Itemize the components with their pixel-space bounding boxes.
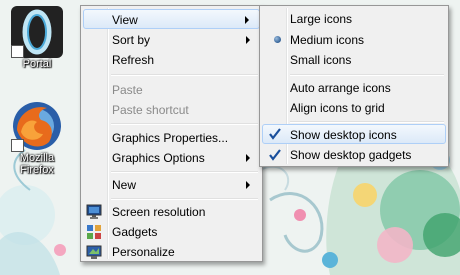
desktop-icon-portal[interactable]: Portal: [5, 6, 69, 70]
menu-item-paste-shortcut[interactable]: Paste shortcut: [83, 100, 260, 120]
monitor-icon: [86, 204, 102, 220]
chevron-right-icon: [246, 36, 250, 44]
portal-icon: [11, 6, 63, 58]
menu-item-new[interactable]: New: [83, 175, 260, 195]
shortcut-arrow-icon: [11, 45, 24, 58]
desktop-icon-label: Portal: [22, 58, 52, 70]
gadgets-icon: [86, 224, 102, 240]
menu-separator: [290, 121, 444, 123]
menu-item-paste[interactable]: Paste: [83, 80, 260, 100]
chevron-right-icon: [245, 16, 249, 24]
menu-item-personalize[interactable]: Personalize: [83, 242, 260, 262]
radio-bullet-icon: [274, 36, 281, 43]
menu-item-sort-by[interactable]: Sort by: [83, 30, 260, 50]
menu-item-graphics-properties[interactable]: Graphics Properties...: [83, 128, 260, 148]
menu-separator: [111, 198, 258, 200]
desktop-icon-label: Mozilla Firefox: [19, 152, 55, 176]
submenu-item-align-grid[interactable]: Align icons to grid: [262, 98, 446, 118]
submenu-item-large-icons[interactable]: Large icons: [262, 9, 446, 29]
menu-separator: [111, 74, 258, 76]
menu-item-graphics-options[interactable]: Graphics Options: [83, 148, 260, 168]
shortcut-arrow-icon: [11, 139, 24, 152]
checkmark-icon: [267, 147, 283, 163]
desktop[interactable]: Portal Mozilla Firefox View Sort by Refr…: [0, 0, 460, 275]
submenu-item-auto-arrange[interactable]: Auto arrange icons: [262, 78, 446, 98]
desktop-icon-firefox[interactable]: Mozilla Firefox: [5, 100, 69, 176]
chevron-right-icon: [246, 181, 250, 189]
menu-item-screen-resolution[interactable]: Screen resolution: [83, 202, 260, 222]
firefox-icon: [11, 100, 63, 152]
submenu-item-medium-icons[interactable]: Medium icons: [262, 30, 446, 50]
view-submenu: Large icons Medium icons Small icons Aut…: [259, 5, 449, 167]
chevron-right-icon: [246, 154, 250, 162]
personalize-icon: [86, 244, 102, 260]
menu-separator: [290, 74, 444, 76]
desktop-context-menu: View Sort by Refresh Paste Paste shortcu…: [80, 5, 263, 262]
submenu-item-show-desktop-icons[interactable]: Show desktop icons: [262, 124, 446, 144]
submenu-item-small-icons[interactable]: Small icons: [262, 50, 446, 70]
menu-separator: [111, 171, 258, 173]
submenu-item-show-desktop-gadgets[interactable]: Show desktop gadgets: [262, 145, 446, 165]
menu-item-refresh[interactable]: Refresh: [83, 50, 260, 70]
menu-item-gadgets[interactable]: Gadgets: [83, 222, 260, 242]
menu-item-view[interactable]: View: [83, 9, 260, 29]
checkmark-icon: [267, 126, 283, 142]
menu-separator: [111, 123, 258, 125]
